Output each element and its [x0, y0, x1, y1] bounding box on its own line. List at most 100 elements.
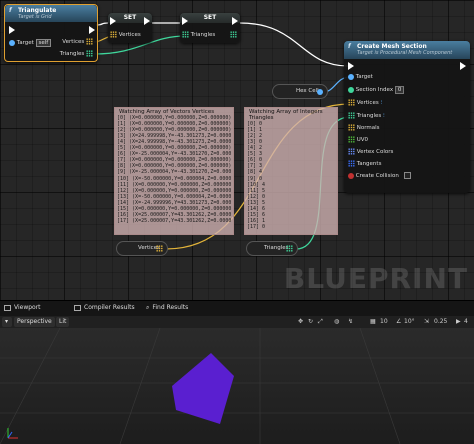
- pin-label: Triangles: [190, 32, 216, 38]
- node-header: SET: [180, 13, 240, 23]
- viewport-toolbar: ▾ Perspective Lit ✥ ↻ ⤢ ◍ ↯ ▦ 10 ∠ 10° ⇲…: [0, 316, 474, 328]
- watch-row: [16] (X=25.000007,Y=43.301262,Z=0.000000…: [117, 211, 231, 218]
- node-header: f Create Mesh Section Target is Procedura…: [344, 41, 470, 59]
- section-index-value[interactable]: 0: [394, 86, 405, 94]
- viewport-options-button[interactable]: ▾: [2, 317, 12, 327]
- tab-label: Viewport: [14, 304, 41, 311]
- triangles-getter[interactable]: Triangles: [246, 241, 298, 256]
- vertices-label: Vertices: [62, 39, 85, 45]
- exec-in-pin[interactable]: [182, 17, 188, 26]
- triangles-label: Triangles: [59, 51, 85, 57]
- watch-row: [15] (X=0.000000,Y=0.000000,Z=0.000000): [117, 205, 231, 212]
- watch-row: [12] (X=0.000000,Y=0.000000,Z=0.000000): [117, 187, 231, 194]
- pin-label: Vertex Colors: [356, 149, 394, 155]
- target-pin[interactable]: Target self: [9, 39, 52, 48]
- exec-in-pin[interactable]: [110, 17, 116, 26]
- watch-vertices-panel: Watching Array of Vectors Vertices [0] (…: [114, 107, 234, 235]
- vertices-getter[interactable]: Vertices: [116, 241, 168, 256]
- watch-rows: [0] (X=0.000000,Y=0.000000,Z=0.000000) [1…: [117, 115, 231, 224]
- watch-row: [10] (X=-50.000000,Y=0.000004,Z=0.000000…: [117, 175, 231, 182]
- viewport-icon: [4, 304, 11, 311]
- normals-pin[interactable]: Normals: [348, 124, 380, 133]
- tab-label: Find Results: [152, 304, 189, 311]
- panel-tab-bar: Viewport Compiler Results ⌕ Find Results: [0, 300, 474, 316]
- int-array-pin[interactable]: [286, 245, 293, 252]
- vertices-in-pin[interactable]: Vertices: [110, 31, 141, 40]
- vertex-colors-pin[interactable]: Vertex Colors: [348, 148, 393, 157]
- blueprint-watermark: BLUEPRINT: [283, 262, 468, 295]
- pin-label: Tangents: [356, 161, 382, 167]
- compiler-icon: [74, 304, 81, 311]
- triangles-out-pin[interactable]: Triangles: [60, 50, 93, 59]
- triangulate-node[interactable]: f Triangulate Target is Grid Target self …: [4, 4, 98, 62]
- vertices-out-pin[interactable]: Vertices: [62, 38, 93, 47]
- event-graph[interactable]: f Triangulate Target is Grid Target self …: [0, 0, 474, 300]
- grid-snap-icon[interactable]: ▦: [370, 317, 376, 327]
- triangles-in-pin[interactable]: Triangles ⁝: [348, 112, 385, 121]
- scale-snap-value[interactable]: 0.25: [434, 317, 447, 327]
- perspective-button[interactable]: Perspective: [14, 317, 55, 327]
- blueprint-editor: f Triangulate Target is Grid Target self …: [0, 0, 474, 444]
- node-title: Create Mesh Section: [357, 43, 427, 50]
- scale-snap-icon[interactable]: ⇲: [424, 317, 429, 327]
- node-subtitle: Target is Procedural Mesh Component: [357, 50, 453, 56]
- translate-icon[interactable]: ✥: [298, 317, 303, 327]
- world-local-icon[interactable]: ◍: [334, 317, 339, 327]
- viewport-scene: [0, 328, 474, 444]
- create-mesh-section-node[interactable]: f Create Mesh Section Target is Procedura…: [344, 41, 470, 193]
- target-pin[interactable]: Target: [348, 73, 373, 82]
- rotate-icon[interactable]: ↻: [308, 317, 313, 327]
- scale-icon[interactable]: ⤢: [318, 317, 323, 327]
- watch-row: [14] (X=-24.999996,Y=43.301273,Z=0.00000…: [117, 199, 231, 206]
- pin-label: Normals: [356, 125, 380, 131]
- pin-label: Target: [355, 74, 373, 80]
- node-title: SET: [203, 14, 217, 21]
- watch-title: Watching Array of Integers Triangles: [249, 109, 323, 122]
- tab-viewport[interactable]: Viewport: [4, 304, 41, 316]
- uv0-pin[interactable]: UV0: [348, 136, 368, 145]
- exec-out-pin[interactable]: [460, 62, 466, 71]
- camera-speed-value[interactable]: 4: [464, 317, 468, 327]
- surface-snap-icon[interactable]: ↯: [348, 317, 353, 327]
- getter-label: Triangles: [264, 245, 289, 251]
- set-vertices-node[interactable]: SET Vertices: [108, 13, 152, 43]
- tab-label: Compiler Results: [84, 304, 135, 311]
- vertices-in-pin[interactable]: Vertices ⁝: [348, 99, 382, 108]
- getter-label: Hex Cell: [296, 88, 319, 94]
- exec-out-pin[interactable]: [89, 26, 95, 35]
- triangles-out-pin[interactable]: [230, 31, 237, 40]
- rotation-snap-value[interactable]: 10°: [404, 317, 415, 327]
- exec-in-pin[interactable]: [9, 26, 15, 35]
- object-pin[interactable]: [317, 89, 323, 95]
- viewport-3d[interactable]: [0, 328, 474, 444]
- triangles-in-pin[interactable]: Triangles: [182, 31, 215, 40]
- watch-row: [17] 0: [247, 223, 266, 230]
- grid-snap-value[interactable]: 10: [380, 317, 388, 327]
- function-icon: f: [348, 43, 351, 50]
- camera-speed-icon[interactable]: ▶: [456, 317, 461, 327]
- pin-label: Vertices: [356, 100, 379, 106]
- node-title: Triangulate: [18, 7, 57, 14]
- create-collision-pin[interactable]: Create Collision: [348, 172, 411, 181]
- node-header: f Triangulate Target is Grid: [5, 5, 97, 22]
- ground-grid: [0, 328, 474, 444]
- exec-out-pin[interactable]: [144, 17, 150, 26]
- pin-label: Triangles: [356, 113, 382, 119]
- exec-out-pin[interactable]: [232, 17, 238, 26]
- hex-cell-getter[interactable]: Hex Cell: [272, 84, 328, 99]
- tab-compiler-results[interactable]: Compiler Results: [74, 304, 135, 316]
- tangents-pin[interactable]: Tangents: [348, 160, 381, 169]
- watch-rows: [0] 0 [1] 1 [2] 2 [3] 0 [4] 2 [5] 3 [6] 0 [7] 3…: [247, 121, 335, 230]
- section-index-pin[interactable]: Section Index 0: [348, 86, 405, 95]
- tab-find-results[interactable]: ⌕ Find Results: [146, 304, 188, 316]
- rotation-snap-icon[interactable]: ∠: [396, 317, 401, 327]
- procedural-mesh[interactable]: [172, 353, 234, 424]
- create-collision-checkbox[interactable]: [403, 172, 411, 179]
- exec-in-pin[interactable]: [348, 62, 354, 71]
- vector-array-pin[interactable]: [156, 245, 163, 252]
- set-triangles-node[interactable]: SET Triangles: [180, 13, 240, 43]
- target-label: Target: [16, 40, 34, 46]
- watch-triangles-panel: Watching Array of Integers Triangles [0]…: [244, 107, 338, 235]
- lit-button[interactable]: Lit: [56, 317, 70, 327]
- target-value: self: [35, 39, 52, 47]
